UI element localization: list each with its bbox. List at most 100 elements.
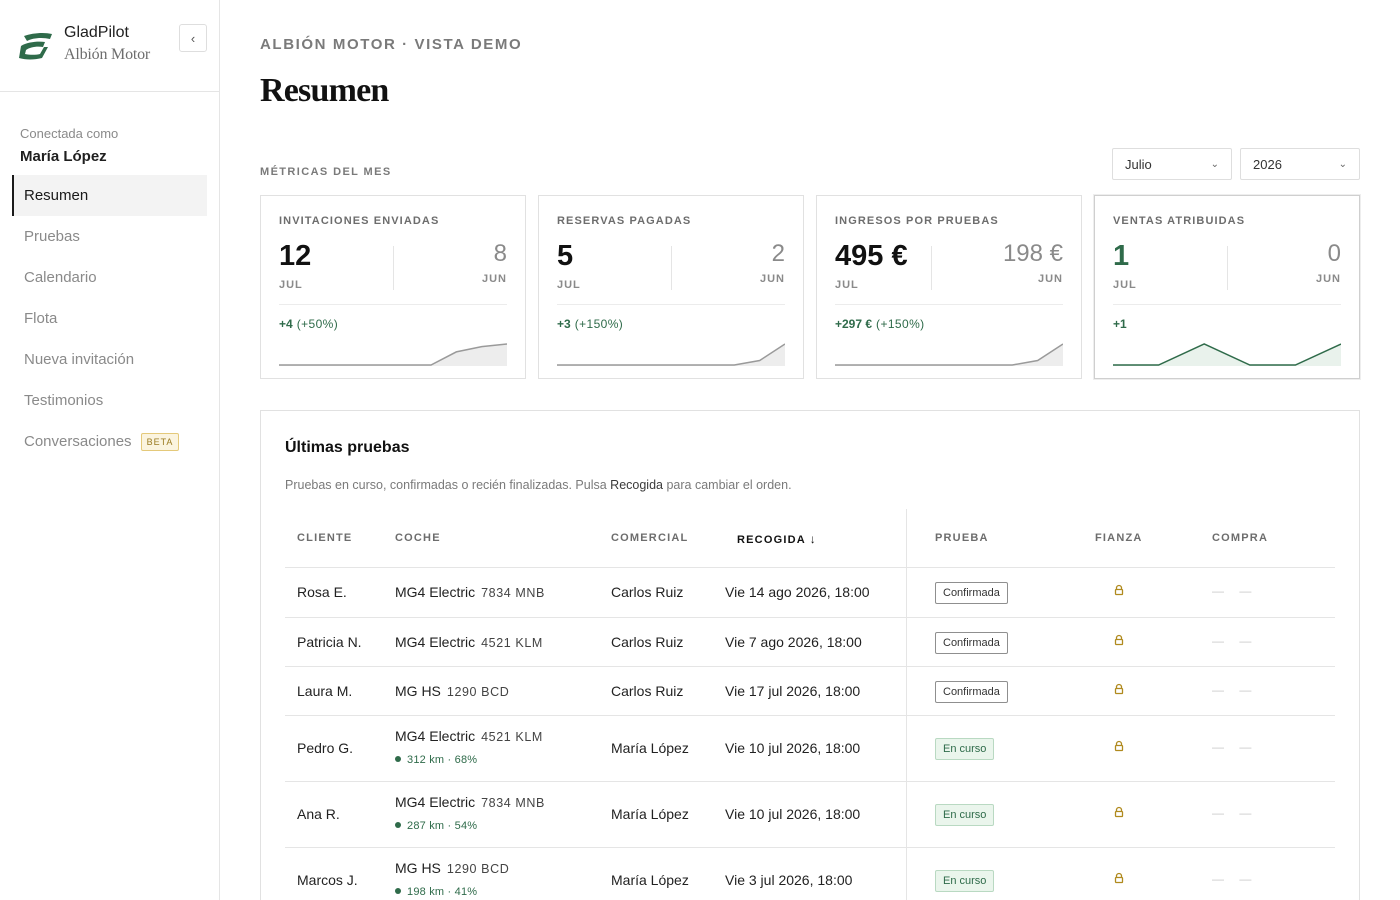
sidebar-item-conversaciones[interactable]: Conversaciones BETA — [12, 421, 207, 462]
arrow-down-icon: ↓ — [809, 532, 817, 546]
car-model: MG HS — [395, 683, 441, 699]
sidebar-item-resumen[interactable]: Resumen — [12, 175, 207, 216]
sidebar-item-nueva-invitacion[interactable]: Nueva invitación — [12, 339, 207, 380]
chevron-left-icon: ‹ — [190, 30, 196, 46]
battery-text: 312 km · 68% — [407, 754, 478, 766]
metric-previous-label: JUN — [759, 273, 785, 285]
user-caption: Conectada como — [20, 126, 119, 141]
cell-sales-rep: María López — [611, 740, 689, 756]
metric-cards: INVITACIONES ENVIADAS 12 JUL 8 JUN +4 (+5… — [260, 195, 1360, 379]
metric-current-value: 1 — [1113, 240, 1130, 272]
cell-sales-rep: Carlos Ruiz — [611, 634, 684, 650]
metric-previous-value: 0 — [1327, 240, 1341, 267]
sidebar: GladPilot Albión Motor ‹ Conectada como … — [0, 0, 220, 900]
cell-car: MG HS 1290 BCD — [395, 683, 509, 699]
metric-previous-label: JUN — [481, 273, 507, 285]
cell-sales-rep: María López — [611, 806, 689, 822]
metric-current-value: 495 € — [835, 240, 908, 272]
column-header-compra[interactable]: COMPRA — [1212, 532, 1268, 544]
table-header: CLIENTE COCHE COMERCIAL RECOGIDA ↓ PRUEB… — [285, 509, 1335, 568]
status-badge: Confirmada — [935, 681, 1008, 703]
app-name: GladPilot — [64, 24, 129, 41]
metric-card-ventas: VENTAS ATRIBUIDAS 1 JUL 0 JUN +1 — [1094, 195, 1360, 379]
year-select[interactable]: 2026 ⌄ — [1240, 148, 1360, 180]
metric-previous-value: 2 — [771, 240, 785, 267]
cell-client: Ana R. — [297, 806, 340, 822]
cell-purchase: — — — [1212, 584, 1258, 598]
table-row[interactable]: Ana R. MG4 Electric 7834 MNB 287 km · 54%… — [285, 782, 1335, 848]
battery-dot-icon — [395, 756, 401, 762]
cell-pickup: Vie 7 ago 2026, 18:00 — [725, 634, 862, 650]
status-badge: Confirmada — [935, 582, 1008, 604]
metric-card-reservas: RESERVAS PAGADAS 5 JUL 2 JUN +3 (+150%) — [538, 195, 804, 379]
cell-car: MG HS 1290 BCD — [395, 860, 509, 876]
metric-previous-label: JUN — [1315, 273, 1341, 285]
page-title: Resumen — [260, 72, 389, 109]
status-badge: En curso — [935, 870, 995, 892]
panel-desc-text: Pruebas en curso, confirmadas o recién f… — [285, 478, 611, 492]
column-header-prueba[interactable]: PRUEBA — [935, 532, 989, 544]
cell-pickup: Vie 10 jul 2026, 18:00 — [725, 740, 861, 756]
chevron-down-icon: ⌄ — [1210, 158, 1219, 170]
metric-current-label: JUL — [557, 279, 581, 291]
month-select[interactable]: Julio ⌄ — [1112, 148, 1232, 180]
battery-status: 198 km · 41% — [395, 886, 477, 898]
metric-card-title: RESERVAS PAGADAS — [557, 215, 692, 227]
status-badge: En curso — [935, 804, 995, 826]
metric-current-label: JUL — [279, 279, 303, 291]
metric-delta: +3 (+150%) — [557, 317, 623, 331]
column-header-recogida[interactable]: RECOGIDA ↓ — [737, 532, 817, 546]
tests-table: CLIENTE COCHE COMERCIAL RECOGIDA ↓ PRUEB… — [285, 509, 1335, 900]
dealer-name: Albión Motor — [64, 46, 151, 63]
cell-client: Rosa E. — [297, 584, 347, 600]
metric-delta-pct: (+50%) — [296, 317, 339, 331]
metric-card-ingresos: INGRESOS POR PRUEBAS 495 € JUL 198 € JUN… — [816, 195, 1082, 379]
sidebar-item-testimonios[interactable]: Testimonios — [12, 380, 207, 421]
gladpilot-logo-icon — [19, 32, 52, 60]
table-row[interactable]: Pedro G. MG4 Electric 4521 KLM 312 km · 6… — [285, 716, 1335, 782]
metric-current-label: JUL — [835, 279, 859, 291]
column-header-comercial[interactable]: COMERCIAL — [611, 532, 688, 544]
metric-divider — [671, 246, 672, 290]
cell-client: Pedro G. — [297, 740, 354, 756]
metric-card-title: INVITACIONES ENVIADAS — [279, 215, 440, 227]
cell-purchase: — — — [1212, 806, 1258, 820]
cell-sales-rep: María López — [611, 872, 689, 888]
sidebar-item-label: Nueva invitación — [24, 351, 135, 368]
sidebar-item-label: Flota — [24, 310, 58, 327]
brand-header: GladPilot Albión Motor ‹ — [0, 0, 219, 92]
cell-pickup: Vie 3 jul 2026, 18:00 — [725, 872, 853, 888]
table-row[interactable]: Marcos J. MG HS 1290 BCD 198 km · 41% Mar… — [285, 848, 1335, 900]
user-block: Conectada como María López — [20, 126, 118, 165]
cell-car: MG4 Electric 4521 KLM — [395, 634, 543, 650]
cell-car: MG4 Electric 7834 MNB — [395, 584, 545, 600]
metric-previous-value: 8 — [493, 240, 507, 267]
cell-purchase: — — — [1212, 634, 1258, 648]
battery-text: 287 km · 54% — [407, 820, 478, 832]
car-plate: 4521 KLM — [481, 636, 543, 650]
column-header-fianza[interactable]: FIANZA — [1095, 532, 1143, 544]
sidebar-item-calendario[interactable]: Calendario — [12, 257, 207, 298]
lock-icon — [1114, 683, 1124, 695]
cell-pickup: Vie 14 ago 2026, 18:00 — [725, 584, 870, 600]
column-header-cliente[interactable]: CLIENTE — [297, 532, 352, 544]
sidebar-item-pruebas[interactable]: Pruebas — [12, 216, 207, 257]
metric-card-title: INGRESOS POR PRUEBAS — [835, 215, 999, 227]
battery-text: 198 km · 41% — [407, 886, 478, 898]
table-row[interactable]: Rosa E. MG4 Electric 7834 MNB Carlos Ruiz… — [285, 568, 1335, 618]
battery-status: 287 km · 54% — [395, 820, 477, 832]
table-row[interactable]: Patricia N. MG4 Electric 4521 KLM Carlos … — [285, 618, 1335, 667]
metric-sparkline — [1113, 343, 1341, 366]
car-plate: 4521 KLM — [481, 730, 543, 744]
table-row[interactable]: Laura M. MG HS 1290 BCD Carlos Ruiz Vie 1… — [285, 667, 1335, 716]
collapse-sidebar-button[interactable]: ‹ — [179, 24, 207, 52]
column-header-coche[interactable]: COCHE — [395, 532, 441, 544]
metric-divider — [1227, 246, 1228, 290]
cell-pickup: Vie 17 jul 2026, 18:00 — [725, 683, 861, 699]
cell-sales-rep: Carlos Ruiz — [611, 683, 684, 699]
metric-separator — [557, 304, 785, 305]
beta-badge: BETA — [140, 432, 180, 451]
metric-card-title: VENTAS ATRIBUIDAS — [1113, 215, 1246, 227]
metric-current-value: 5 — [557, 240, 574, 272]
sidebar-item-flota[interactable]: Flota — [12, 298, 207, 339]
